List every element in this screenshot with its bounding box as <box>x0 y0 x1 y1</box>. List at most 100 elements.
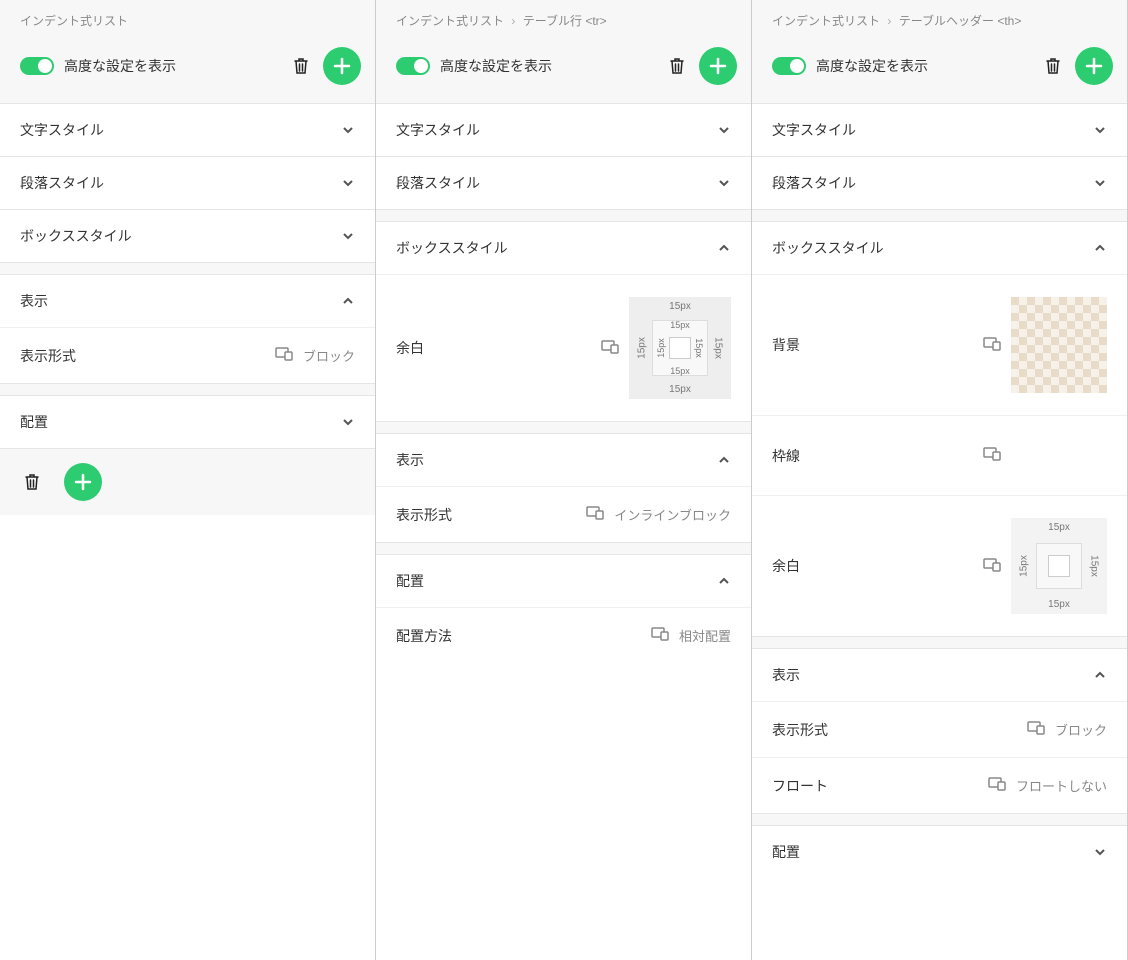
prop-value <box>983 297 1107 393</box>
prop-label: 表示形式 <box>396 505 586 525</box>
breadcrumb-root[interactable]: インデント式リスト <box>772 14 880 28</box>
trash-icon[interactable] <box>20 470 44 494</box>
chevron-right-icon: › <box>511 14 515 28</box>
section-header-display[interactable]: 表示 <box>752 649 1127 701</box>
section-header-display[interactable]: 表示 <box>376 434 751 486</box>
device-icon <box>983 558 1001 575</box>
section-header-box-style[interactable]: ボックススタイル <box>0 210 375 262</box>
prop-border[interactable]: 枠線 <box>752 415 1127 495</box>
prop-label: 枠線 <box>772 446 983 466</box>
panel-header: 高度な設定を表示 <box>752 37 1127 103</box>
prop-display-mode[interactable]: 表示形式 ブロック <box>752 701 1127 757</box>
chevron-up-icon <box>1093 241 1107 255</box>
prop-value: 相対配置 <box>651 626 731 645</box>
background-swatch[interactable] <box>1011 297 1107 393</box>
advanced-toggle[interactable] <box>396 57 430 75</box>
chevron-up-icon <box>717 453 731 467</box>
spacer <box>752 209 1127 221</box>
advanced-toggle[interactable] <box>20 57 54 75</box>
prop-value: ブロック <box>275 346 355 365</box>
spacer <box>0 383 375 395</box>
device-icon <box>1027 721 1045 738</box>
advanced-toggle-label: 高度な設定を表示 <box>440 56 655 76</box>
chevron-up-icon <box>341 294 355 308</box>
breadcrumb-root[interactable]: インデント式リスト <box>396 14 504 28</box>
breadcrumb: インデント式リスト › テーブル行 <tr> <box>376 0 751 37</box>
device-icon <box>983 447 1001 464</box>
section-header-para-style[interactable]: 段落スタイル <box>752 157 1127 209</box>
breadcrumb-root[interactable]: インデント式リスト <box>20 14 128 28</box>
section-header-position[interactable]: 配置 <box>0 396 375 448</box>
section-display: 表示 表示形式 ブロック <box>0 274 375 383</box>
section-header-position[interactable]: 配置 <box>376 555 751 607</box>
section-box-style: ボックススタイル 背景 枠線 余白 15px 15px <box>752 221 1127 636</box>
prop-label: 表示形式 <box>20 346 275 366</box>
section-box-style: ボックススタイル <box>0 209 375 262</box>
breadcrumb-current: テーブルヘッダー <th> <box>899 14 1022 28</box>
device-icon <box>601 340 619 357</box>
section-header-box-style[interactable]: ボックススタイル <box>752 222 1127 274</box>
prop-display-mode[interactable]: 表示形式 ブロック <box>0 327 375 383</box>
spacer <box>376 542 751 554</box>
panel-header: 高度な設定を表示 <box>0 37 375 103</box>
advanced-toggle-label: 高度な設定を表示 <box>64 56 279 76</box>
margin-diagram[interactable]: 15px 15px 15px 15px <box>1011 518 1107 614</box>
section-header-display[interactable]: 表示 <box>0 275 375 327</box>
section-para-style: 段落スタイル <box>376 156 751 209</box>
prop-label: 余白 <box>772 556 983 576</box>
panel-table-header: インデント式リスト › テーブルヘッダー <th> 高度な設定を表示 文字スタイ… <box>752 0 1128 960</box>
prop-margin[interactable]: 余白 15px 15px 15px 15px 15px 15px 15px 15… <box>376 274 751 421</box>
section-text-style: 文字スタイル <box>376 103 751 156</box>
section-header-box-style[interactable]: ボックススタイル <box>376 222 751 274</box>
chevron-down-icon <box>341 123 355 137</box>
trash-icon[interactable] <box>665 54 689 78</box>
add-button[interactable] <box>1075 47 1113 85</box>
prop-background[interactable]: 背景 <box>752 274 1127 415</box>
prop-value: 15px 15px 15px 15px 15px 15px 15px 15px <box>601 297 731 399</box>
prop-value: フロートしない <box>988 776 1107 795</box>
section-para-style: 段落スタイル <box>752 156 1127 209</box>
margin-diagram[interactable]: 15px 15px 15px 15px 15px 15px 15px 15px <box>629 297 731 399</box>
section-header-text-style[interactable]: 文字スタイル <box>752 104 1127 156</box>
prop-position-method[interactable]: 配置方法 相対配置 <box>376 607 751 663</box>
breadcrumb-current: テーブル行 <tr> <box>523 14 607 28</box>
chevron-up-icon <box>717 574 731 588</box>
chevron-up-icon <box>1093 668 1107 682</box>
section-header-para-style[interactable]: 段落スタイル <box>376 157 751 209</box>
section-display: 表示 表示形式 ブロック フロート フロートしない <box>752 648 1127 813</box>
section-header-text-style[interactable]: 文字スタイル <box>376 104 751 156</box>
section-position: 配置 <box>752 825 1127 878</box>
add-button[interactable] <box>699 47 737 85</box>
prop-display-mode[interactable]: 表示形式 インラインブロック <box>376 486 751 542</box>
trash-icon[interactable] <box>289 54 313 78</box>
prop-float[interactable]: フロート フロートしない <box>752 757 1127 813</box>
section-header-position[interactable]: 配置 <box>752 826 1127 878</box>
chevron-down-icon <box>717 176 731 190</box>
device-icon <box>275 347 293 364</box>
add-button[interactable] <box>323 47 361 85</box>
device-icon <box>983 337 1001 354</box>
chevron-down-icon <box>717 123 731 137</box>
section-header-text-style[interactable]: 文字スタイル <box>0 104 375 156</box>
device-icon <box>586 506 604 523</box>
section-position: 配置 配置方法 相対配置 <box>376 554 751 663</box>
prop-value <box>983 438 1107 474</box>
panel-header: 高度な設定を表示 <box>376 37 751 103</box>
chevron-right-icon: › <box>887 14 891 28</box>
prop-margin[interactable]: 余白 15px 15px 15px 15px <box>752 495 1127 636</box>
trash-icon[interactable] <box>1041 54 1065 78</box>
section-position: 配置 <box>0 395 375 448</box>
device-icon <box>651 627 669 644</box>
panel-indent-list: インデント式リスト 高度な設定を表示 文字スタイル 段落スタイル ボックススタイ… <box>0 0 376 960</box>
panel-footer <box>0 448 375 515</box>
section-text-style: 文字スタイル <box>752 103 1127 156</box>
margin-inner <box>1036 543 1082 589</box>
section-header-para-style[interactable]: 段落スタイル <box>0 157 375 209</box>
add-button[interactable] <box>64 463 102 501</box>
advanced-toggle[interactable] <box>772 57 806 75</box>
prop-label: 背景 <box>772 335 983 355</box>
section-box-style: ボックススタイル 余白 15px 15px 15px 15px 15px 15p… <box>376 221 751 421</box>
chevron-down-icon <box>341 176 355 190</box>
spacer <box>752 636 1127 648</box>
chevron-down-icon <box>341 415 355 429</box>
